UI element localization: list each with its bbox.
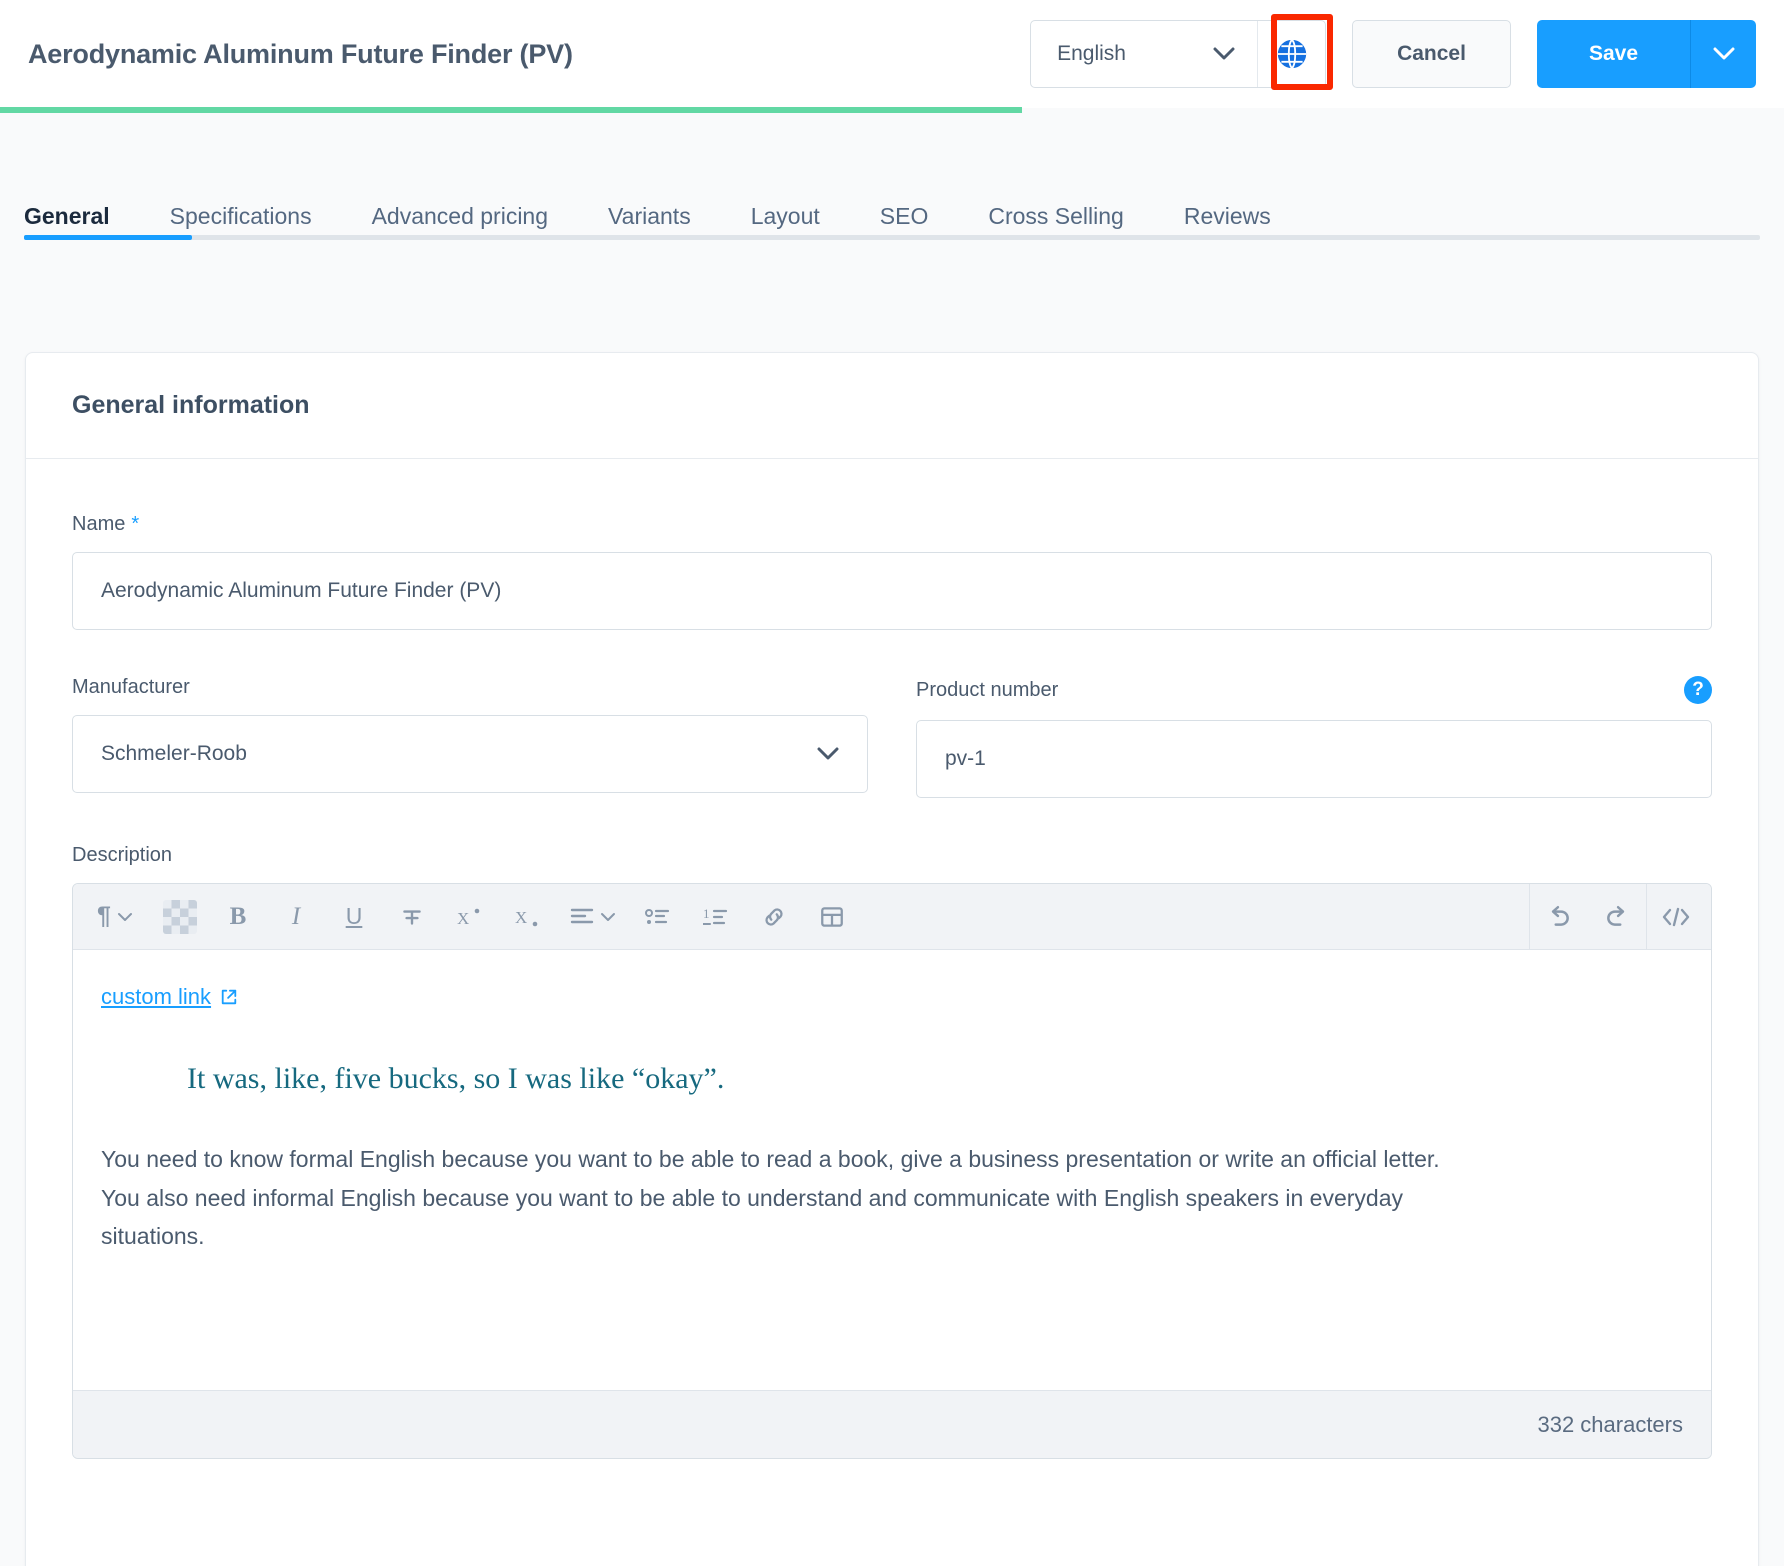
save-button-group: Save [1536,20,1756,88]
chevron-down-icon [1213,47,1235,61]
page-title: Aerodynamic Aluminum Future Finder (PV) [28,38,573,69]
product-number-label-row: Product number ? [916,676,1712,704]
language-select[interactable]: English [1031,21,1257,87]
card-title: General information [72,391,310,419]
tab-variants[interactable]: Variants [608,203,691,258]
underline-icon[interactable]: U [325,884,383,950]
text-color-icon[interactable] [151,884,209,950]
manufacturer-select-value: Schmeler-Roob [101,742,247,765]
align-icon[interactable] [557,884,629,950]
header-actions: English Cancel Save [1030,20,1756,88]
numbered-list-icon[interactable]: 1 [687,884,745,950]
editor-toolbar: ¶ B I U X X 1 [73,884,1711,950]
tab-advanced-pricing[interactable]: Advanced pricing [372,203,548,258]
smart-bar: Aerodynamic Aluminum Future Finder (PV) … [0,0,1784,108]
tab-cross-selling[interactable]: Cross Selling [988,203,1124,258]
checker-swatch [163,899,197,934]
manufacturer-select[interactable]: Schmeler-Roob [72,715,868,793]
tab-bar: General Specifications Advanced pricing … [0,113,1784,258]
product-number-input[interactable]: pv-1 [916,720,1712,798]
tab-specifications[interactable]: Specifications [170,203,312,258]
tab-seo[interactable]: SEO [880,203,929,258]
superscript-icon[interactable]: X [441,884,499,950]
external-link-icon [220,988,238,1006]
product-detail-page: Aerodynamic Aluminum Future Finder (PV) … [0,0,1784,1566]
product-number-field-group: Product number ? pv-1 [916,676,1712,798]
cancel-button[interactable]: Cancel [1352,20,1511,88]
save-dropdown-button[interactable] [1690,20,1756,88]
tab-reviews[interactable]: Reviews [1184,203,1271,258]
insert-link-icon[interactable] [745,884,803,950]
svg-text:1: 1 [703,906,710,921]
editor-toolbar-left: ¶ B I U X X 1 [79,884,1529,950]
bold-icon[interactable]: B [209,884,267,950]
globe-icon-button[interactable] [1257,21,1325,87]
source-code-icon[interactable] [1647,884,1705,950]
insert-table-icon[interactable] [803,884,861,950]
manufacturer-field-group: Manufacturer Schmeler-Roob [72,676,868,798]
custom-link[interactable]: custom link [101,984,238,1010]
undo-icon[interactable] [1530,884,1588,950]
editor-content[interactable]: custom link It was, like, five bucks, so… [73,950,1711,1390]
general-information-card: General information Name * Aerodynamic A… [25,352,1759,1566]
character-count: 332 characters [1537,1411,1683,1437]
rich-text-editor: ¶ B I U X X 1 custom link It was, like, … [72,883,1712,1459]
product-number-value: pv-1 [945,747,986,770]
product-number-label: Product number [916,678,1059,701]
language-switcher[interactable]: English [1030,20,1327,88]
globe-icon [1275,37,1309,71]
manufacturer-label: Manufacturer [72,676,190,698]
name-input-value: Aerodynamic Aluminum Future Finder (PV) [101,579,502,602]
description-field-group: Description ¶ B I U X X 1 custom link It… [72,844,1712,1459]
name-label: Name * [72,513,1712,536]
svg-text:X: X [515,908,527,927]
card-header: General information [26,353,1758,459]
save-button[interactable]: Save [1536,20,1690,88]
tab-layout[interactable]: Layout [751,203,820,258]
paragraph-format-icon[interactable]: ¶ [79,884,151,950]
custom-link-label: custom link [101,984,212,1009]
manufacturer-product-row: Manufacturer Schmeler-Roob Product numbe… [72,676,1712,798]
chevron-down-icon [817,747,839,761]
chevron-down-icon [1713,47,1735,61]
editor-blockquote: It was, like, five bucks, so I was like … [187,1062,725,1095]
editor-footer: 332 characters [73,1390,1711,1458]
subscript-icon[interactable]: X [499,884,557,950]
strikethrough-icon[interactable] [383,884,441,950]
tab-rule [24,235,1760,240]
svg-text:X: X [457,909,469,928]
tab-general[interactable]: General [24,203,110,258]
language-select-value: English [1057,42,1126,65]
editor-toolbar-right [1530,884,1705,950]
bulleted-list-icon[interactable] [629,884,687,950]
tab-active-indicator [24,235,192,240]
name-field-group: Name * Aerodynamic Aluminum Future Finde… [72,513,1712,630]
question-mark-icon[interactable]: ? [1684,676,1712,704]
description-label: Description [72,844,173,866]
name-label-text: Name [72,513,126,535]
name-input[interactable]: Aerodynamic Aluminum Future Finder (PV) [72,552,1712,630]
redo-icon[interactable] [1588,884,1646,950]
italic-icon[interactable]: I [267,884,325,950]
editor-paragraph: You need to know formal English because … [101,1146,1440,1250]
card-body: Name * Aerodynamic Aluminum Future Finde… [26,459,1758,1459]
required-marker: * [131,513,140,535]
